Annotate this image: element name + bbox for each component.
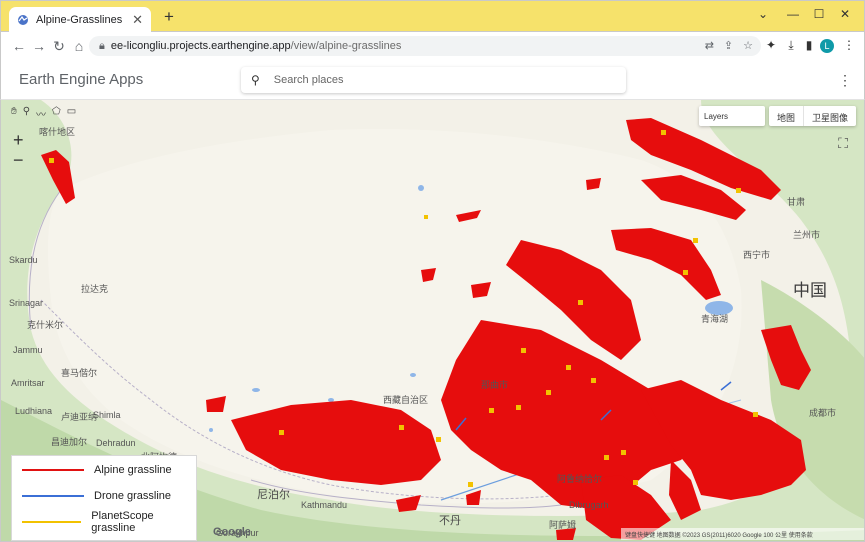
place-label: Ludhiana	[15, 406, 53, 416]
back-icon[interactable]: ←	[11, 37, 27, 55]
place-label: 阿鲁纳恰尔	[557, 474, 603, 484]
map-type-toggle: 地图 卫星图像	[769, 106, 857, 126]
place-label: 不丹	[439, 515, 461, 527]
app-header: Earth Engine Apps ⚲ Search places ⋮	[0, 60, 865, 100]
map-attribution: 键盘快捷键 地图数据 ©2023 GS(2011)6020 Google 100…	[621, 528, 864, 540]
drawing-tools: ✋︎ ⚲ 〰 ⬠ ▭	[11, 106, 76, 121]
url-bar[interactable]: 🔒︎ ee-licongliu.projects.earthengine.app…	[89, 36, 761, 56]
profile-avatar[interactable]: L	[820, 39, 834, 53]
legend-item: Drone grassline	[22, 489, 171, 503]
browser-tab[interactable]: Alpine-Grasslines ✕	[9, 7, 151, 33]
app-brand[interactable]: Earth Engine Apps	[19, 71, 143, 88]
place-label: Kathmandu	[301, 500, 348, 510]
place-label: Dehradun	[96, 438, 136, 448]
home-icon[interactable]: ⌂	[71, 37, 87, 55]
bookmark-star-icon[interactable]: ☆	[743, 39, 753, 52]
forward-icon[interactable]: →	[31, 37, 47, 55]
place-label: 那曲市	[481, 380, 509, 390]
map-type-satellite-button[interactable]: 卫星图像	[803, 106, 856, 126]
search-icon: ⚲	[251, 73, 260, 87]
place-label: 尼泊尔	[257, 489, 290, 501]
legend-swatch	[22, 521, 82, 523]
fullscreen-icon[interactable]: ⛶	[833, 133, 853, 153]
legend-label: Drone grassline	[94, 490, 172, 502]
place-label: Srinagar	[9, 298, 44, 308]
search-input[interactable]: Search places	[274, 74, 344, 86]
legend-item: Alpine grassline	[22, 463, 172, 477]
place-label: 卢迪亚纳	[61, 412, 98, 422]
search-places-box[interactable]: ⚲ Search places	[241, 67, 626, 93]
maximize-icon[interactable]: ☐	[809, 7, 829, 21]
place-label: 拉达克	[81, 284, 109, 294]
place-label: 兰州市	[793, 230, 821, 240]
legend-swatch	[22, 495, 84, 497]
place-label: 喜马偕尔	[61, 368, 98, 378]
place-label: 喀什地区	[39, 127, 76, 137]
extensions-puzzle-icon[interactable]: ✦	[763, 38, 779, 52]
place-label: Amritsar	[11, 378, 45, 388]
place-label: Dibrugarh	[569, 500, 609, 510]
zoom-out-button[interactable]: −	[13, 151, 24, 169]
new-tab-button[interactable]: +	[159, 7, 179, 27]
place-label: 昌迪加尔	[51, 437, 88, 447]
place-label: Shimla	[93, 410, 121, 420]
place-label: Jammu	[13, 345, 43, 355]
url-host: ee-licongliu.projects.earthengine.app	[110, 40, 291, 52]
pan-hand-icon[interactable]: ✋︎	[11, 106, 17, 120]
place-label-country: 中国	[793, 281, 827, 300]
place-label: 西藏自治区	[383, 395, 429, 405]
minimize-icon[interactable]: —	[783, 7, 803, 21]
place-label: 西宁市	[743, 250, 771, 260]
map-view[interactable]: ✋︎ ⚲ 〰 ⬠ ▭ + − Layers 地图 卫星图像 ⛶ 喀什地区 Ska…	[0, 100, 865, 542]
legend-swatch	[22, 469, 84, 471]
line-tool-icon[interactable]: 〰	[36, 106, 46, 121]
app-menu-icon[interactable]: ⋮	[838, 72, 852, 89]
polygon-tool-icon[interactable]: ⬠	[52, 106, 61, 120]
zoom-controls: + −	[13, 131, 24, 169]
place-label: 阿萨姆	[549, 520, 577, 530]
legend-item: PlanetScope grassline	[22, 510, 196, 534]
point-marker-icon[interactable]: ⚲	[23, 106, 30, 120]
translate-icon[interactable]: ⇄	[705, 39, 714, 52]
rectangle-tool-icon[interactable]: ▭	[67, 106, 76, 120]
legend-label: Alpine grassline	[94, 464, 172, 476]
url-path: /view/alpine-grasslines	[290, 40, 402, 52]
browser-menu-icon[interactable]: ⋮	[841, 38, 857, 52]
reload-icon[interactable]: ↻	[51, 37, 67, 55]
lock-icon: 🔒︎	[99, 39, 105, 52]
place-label: 克什米尔	[27, 320, 64, 330]
share-icon[interactable]: ⇪	[724, 39, 733, 52]
address-toolbar: ← → ↻ ⌂ 🔒︎ ee-licongliu.projects.earthen…	[0, 32, 865, 60]
tab-title: Alpine-Grasslines	[36, 14, 123, 26]
place-label: 甘肃	[787, 197, 806, 207]
tab-search-chevron-icon[interactable]: ⌄	[753, 7, 773, 21]
side-panel-icon[interactable]: ▮	[801, 38, 817, 52]
google-logo: Google	[213, 526, 251, 538]
browser-titlebar: Alpine-Grasslines ✕ + ⌄ — ☐ ✕	[0, 0, 865, 33]
legend-label: PlanetScope grassline	[91, 510, 154, 534]
place-label: Skardu	[9, 255, 38, 265]
earth-engine-favicon-icon	[18, 15, 28, 25]
close-window-icon[interactable]: ✕	[835, 7, 855, 21]
place-label: 青海湖	[701, 314, 729, 324]
map-legend: Alpine grassline Drone grassline PlanetS…	[11, 455, 197, 541]
download-icon[interactable]: ⤓	[783, 38, 799, 53]
place-label: 成都市	[809, 408, 837, 418]
zoom-in-button[interactable]: +	[13, 131, 24, 149]
map-type-map-button[interactable]: 地图	[769, 106, 803, 126]
tab-close-icon[interactable]: ✕	[132, 12, 143, 28]
layers-dropdown[interactable]: Layers	[699, 106, 765, 126]
